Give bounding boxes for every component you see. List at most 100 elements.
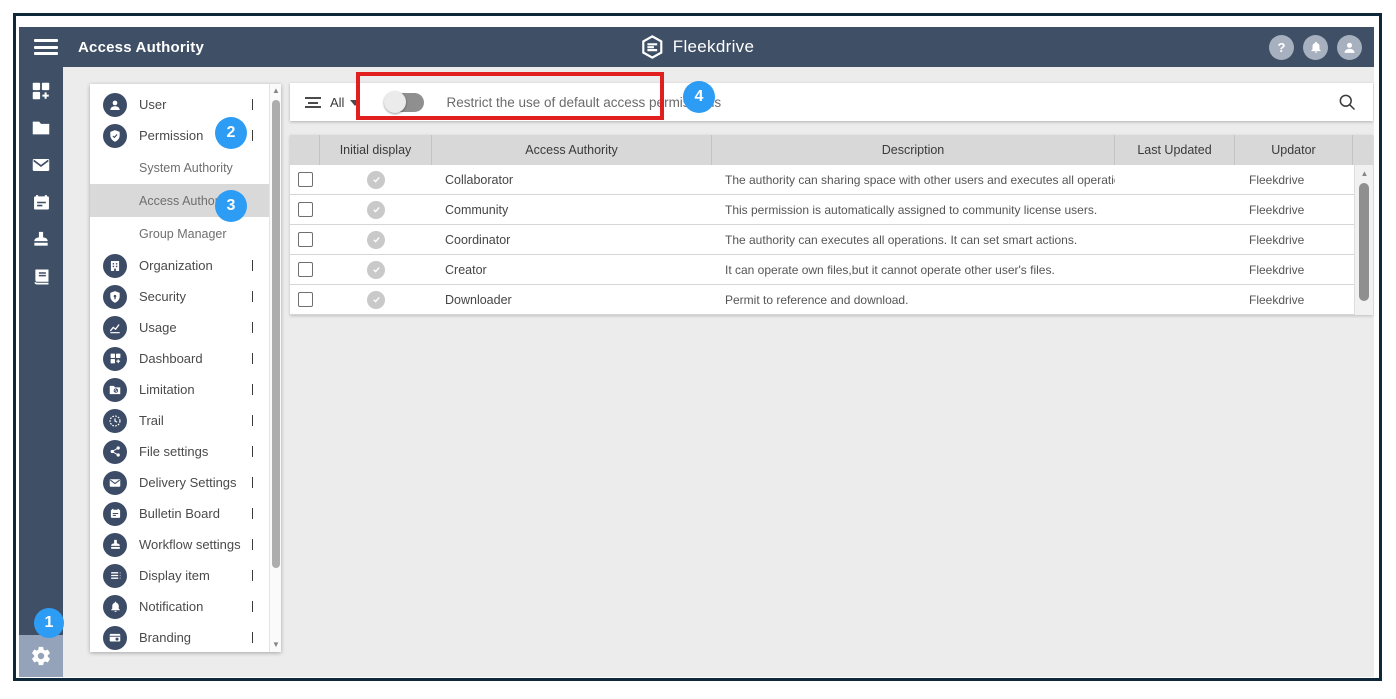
table-row-coordinator[interactable]: Coordinator The authority can executes a…	[290, 225, 1373, 255]
table-row-downloader[interactable]: Downloader Permit to reference and downl…	[290, 285, 1373, 315]
scroll-up-icon[interactable]: ▲	[270, 84, 281, 98]
window-gear-icon	[103, 625, 127, 650]
sidebar-item-file-settings[interactable]: File settings	[90, 436, 269, 467]
header-initial-display: Initial display	[320, 135, 432, 165]
page-title: Access Authority	[78, 38, 205, 56]
expand-tick	[251, 384, 253, 395]
expand-tick	[251, 291, 253, 302]
toggle-knob	[384, 91, 407, 113]
annotation-step-2: 2	[215, 117, 247, 149]
sidebar-item-notification[interactable]: Notification	[90, 591, 269, 622]
scroll-down-icon[interactable]: ▼	[270, 638, 281, 652]
expand-tick	[251, 322, 253, 333]
header-checkbox-col	[290, 135, 320, 165]
calendar-icon	[103, 501, 127, 526]
sidebar-scrollbar[interactable]: ▲ ▼	[269, 84, 281, 652]
row-checkbox[interactable]	[297, 292, 313, 307]
header-description: Description	[712, 135, 1115, 165]
row-checkbox[interactable]	[297, 172, 313, 187]
row-checkbox[interactable]	[297, 232, 313, 247]
annotation-step-1: 1	[34, 608, 64, 638]
expand-tick	[251, 353, 253, 364]
table-row-creator[interactable]: Creator It can operate own files,but it …	[290, 255, 1373, 285]
toggle-label: Restrict the use of default access permi…	[446, 94, 722, 110]
table-row-community[interactable]: Community This permission is automatical…	[290, 195, 1373, 225]
expand-tick	[251, 130, 253, 141]
search-icon[interactable]	[1337, 92, 1357, 112]
row-checkbox[interactable]	[297, 202, 313, 217]
settings-gear-icon[interactable]	[19, 635, 63, 677]
table-header-row: Initial display Access Authority Descrip…	[290, 135, 1373, 165]
sidebar-item-system-authority[interactable]: System Authority	[90, 151, 269, 184]
folder-limit-icon	[103, 377, 127, 402]
expand-tick	[251, 508, 253, 519]
sidebar-item-branding[interactable]: Branding	[90, 622, 269, 652]
initial-display-check-icon	[367, 230, 385, 249]
access-authority-table: Initial display Access Authority Descrip…	[290, 135, 1373, 315]
sidebar-item-limitation[interactable]: Limitation	[90, 374, 269, 405]
address-book-icon[interactable]	[24, 264, 58, 288]
dashboard-icon	[103, 346, 127, 371]
expand-tick	[251, 601, 253, 612]
list-icon	[103, 563, 127, 588]
filter-dropdown[interactable]: All	[304, 94, 361, 110]
table-scroll-thumb[interactable]	[1359, 183, 1369, 301]
header-updator: Updator	[1235, 135, 1353, 165]
sidebar-item-security[interactable]: Security	[90, 281, 269, 312]
bulletin-board-icon[interactable]	[24, 190, 58, 214]
sidebar-item-trail[interactable]: Trail	[90, 405, 269, 436]
sidebar-item-organization[interactable]: Organization	[90, 250, 269, 281]
table-row-collaborator[interactable]: Collaborator The authority can sharing s…	[290, 165, 1373, 195]
filter-value: All	[330, 94, 345, 110]
sidebar-item-user[interactable]: User	[90, 89, 269, 120]
bell-icon	[103, 594, 127, 619]
expand-tick	[251, 99, 253, 110]
sidebar-item-dashboard[interactable]: Dashboard	[90, 343, 269, 374]
initial-display-check-icon	[367, 290, 385, 309]
annotation-step-4: 4	[683, 81, 715, 113]
sidebar-item-usage[interactable]: Usage	[90, 312, 269, 343]
building-icon	[103, 253, 127, 278]
user-icon	[103, 92, 127, 117]
usage-chart-icon	[103, 315, 127, 340]
share-icon	[103, 439, 127, 464]
expand-tick	[251, 446, 253, 457]
workspace-apps-plus-icon[interactable]	[24, 79, 58, 103]
sidebar-item-display-item[interactable]: Display item	[90, 560, 269, 591]
sidebar-item-delivery-settings[interactable]: Delivery Settings	[90, 467, 269, 498]
sidebar-item-group-manager[interactable]: Group Manager	[90, 217, 269, 250]
table-scrollbar[interactable]: ▲	[1354, 165, 1373, 315]
sidebar-scroll-thumb[interactable]	[272, 100, 280, 568]
header-last-updated: Last Updated	[1115, 135, 1235, 165]
expand-tick	[251, 477, 253, 488]
hamburger-menu-icon[interactable]	[34, 39, 58, 55]
help-icon[interactable]: ?	[1269, 34, 1294, 60]
restrict-permissions-toggle[interactable]	[384, 91, 425, 113]
chevron-down-icon	[350, 100, 361, 106]
expand-tick	[251, 539, 253, 550]
expand-tick	[251, 632, 253, 643]
brand-name: Fleekdrive	[672, 37, 755, 56]
account-avatar-icon[interactable]	[1337, 34, 1362, 60]
clock-icon	[103, 408, 127, 433]
notifications-bell-icon[interactable]	[1303, 34, 1328, 60]
sidebar-item-bulletin-board[interactable]: Bulletin Board	[90, 498, 269, 529]
stamp-icon[interactable]	[24, 227, 58, 251]
header-access-authority: Access Authority	[432, 135, 712, 165]
expand-tick	[251, 415, 253, 426]
mail-icon[interactable]	[24, 153, 58, 177]
sidebar-item-workflow-settings[interactable]: Workflow settings	[90, 529, 269, 560]
initial-display-check-icon	[367, 260, 385, 279]
settings-menu-panel: User Permission System Authority Access …	[90, 84, 281, 652]
filter-icon	[304, 96, 321, 108]
folder-icon[interactable]	[24, 116, 58, 140]
expand-tick	[251, 570, 253, 581]
header-scroll-col	[1353, 135, 1373, 165]
initial-display-check-icon	[367, 170, 385, 189]
row-checkbox[interactable]	[297, 262, 313, 277]
stamp-icon	[103, 532, 127, 557]
brand-logo: Fleekdrive	[639, 27, 754, 67]
scroll-up-icon[interactable]: ▲	[1355, 167, 1374, 181]
shield-check-icon	[103, 123, 127, 148]
envelope-icon	[103, 470, 127, 495]
